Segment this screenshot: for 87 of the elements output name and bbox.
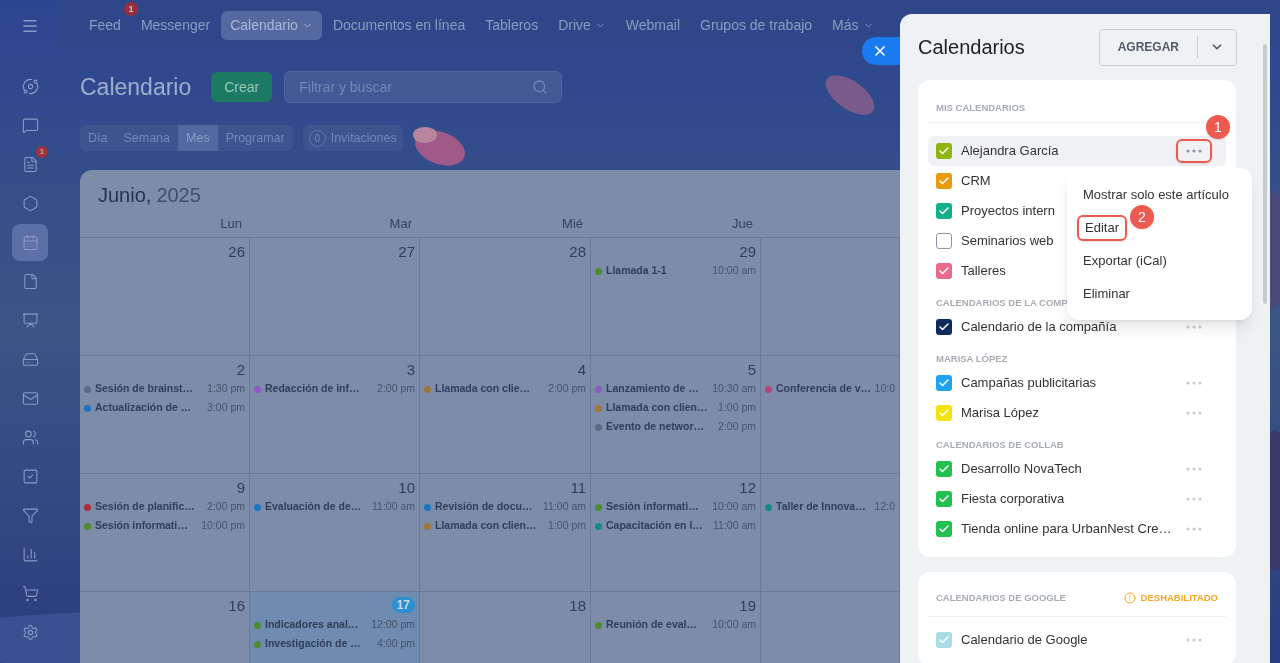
- event-title: Redacción de inf…: [265, 381, 360, 397]
- calendar-name: Calendario de Google: [961, 630, 1088, 649]
- event-title: Sesión de planific…: [95, 499, 195, 515]
- calendar-name: Fiesta corporativa: [961, 489, 1065, 508]
- invitations-label: Invitaciones: [330, 129, 397, 147]
- group-title: CALENDARIOS DE LA COMP: [936, 298, 1068, 308]
- calendar-name: Proyectos intern: [961, 201, 1055, 220]
- event-title: Llamada con clien…: [606, 400, 708, 416]
- event-time: 1:00 pm: [547, 518, 586, 534]
- day-number: 5: [747, 361, 756, 380]
- event-time: 2:00 pm: [717, 419, 756, 435]
- callout-number: 2: [1130, 205, 1154, 229]
- event-time: 11:00 am: [371, 499, 415, 515]
- calendar-name: Tienda online para UrbanNest Cre…: [961, 519, 1172, 538]
- day-number: 16: [228, 597, 245, 616]
- group-title: CALENDARIOS DE GOOGLE: [936, 592, 1066, 603]
- event-time: 2:00 pm: [547, 381, 586, 397]
- calendar-name: Desarrollo NovaTech: [961, 459, 1082, 478]
- calendar-name: Talleres: [961, 261, 1006, 280]
- group-title: CALENDARIOS DE COLLAB: [936, 440, 1064, 450]
- event-time: 4:00 pm: [376, 636, 415, 652]
- calendar-name: Alejandra García: [961, 141, 1059, 160]
- day-number: 4: [577, 361, 586, 380]
- weekday-label: Lun: [220, 214, 242, 233]
- weekday-label: Mar: [389, 214, 412, 233]
- event-title: Indicadores anal…: [265, 617, 359, 633]
- weekday-label: Jue: [732, 214, 753, 233]
- calendar-name: Seminarios web: [961, 231, 1054, 250]
- callout-number: 1: [1206, 114, 1230, 139]
- event-title: Capacitación en l…: [606, 518, 703, 534]
- year-label: 2025: [156, 183, 201, 208]
- event-title: Llamada 1-1: [606, 263, 667, 279]
- event-time: 10:30 am: [711, 381, 756, 397]
- day-number: 19: [739, 597, 756, 616]
- event-title: Evaluación de de…: [265, 499, 362, 515]
- day-number: 11: [570, 479, 586, 498]
- event-time: 10:0: [873, 381, 895, 397]
- status-label: DESHABILITADO: [1140, 592, 1218, 603]
- event-time: 10:00 am: [711, 499, 756, 515]
- month-label: Junio,: [98, 183, 152, 208]
- event-title: Llamada con clien…: [435, 518, 537, 534]
- day-number: 12: [739, 479, 756, 498]
- event-time: 3:00 pm: [206, 400, 245, 416]
- calendar-name: Calendario de la compañía: [961, 317, 1117, 336]
- event-time: 12:0: [873, 499, 895, 515]
- event-title: Taller de Innova…: [776, 499, 866, 515]
- calendar-name: Campañas publicitarias: [961, 373, 1097, 392]
- event-time: 2:00 pm: [376, 381, 415, 397]
- group-title: MIS CALENDARIOS: [936, 103, 1026, 113]
- event-time: 11:00 am: [542, 499, 586, 515]
- weekday-label: Mié: [562, 214, 583, 233]
- event-title: Actualización de …: [95, 400, 192, 416]
- event-title: Revisión de docu…: [435, 499, 533, 515]
- day-number: 28: [569, 243, 586, 262]
- calendar-name: Marisa López: [961, 403, 1040, 422]
- event-title: Conferencia de v…: [776, 381, 872, 397]
- day-number: 26: [228, 243, 245, 262]
- event-title: Lanzamiento de …: [606, 381, 699, 397]
- day-number: 2: [236, 361, 245, 380]
- event-title: Evento de networ…: [606, 419, 704, 435]
- day-number: 27: [398, 243, 415, 262]
- day-number: 9: [236, 479, 245, 498]
- day-number: 18: [569, 597, 586, 616]
- add-button-label: AGREGAR: [1116, 39, 1180, 56]
- day-number: 10: [398, 479, 415, 498]
- event-time: 10:00 pm: [200, 518, 245, 534]
- day-number: 3: [406, 361, 415, 380]
- day-number: 29: [739, 243, 756, 262]
- event-time: 1:30 pm: [206, 381, 245, 397]
- event-time: 10:00 am: [711, 263, 756, 279]
- event-title: Sesión informati…: [95, 518, 188, 534]
- event-time: 12:00 pm: [370, 617, 415, 633]
- event-time: 2:00 pm: [206, 499, 245, 515]
- page-title: Calendario: [80, 72, 192, 102]
- panel-title: Calendarios: [918, 35, 1025, 60]
- event-title: Investigación de …: [265, 636, 361, 652]
- event-time: 10:00 am: [711, 617, 756, 633]
- calendar-name: CRM: [961, 171, 991, 190]
- event-time: 1:00 pm: [717, 400, 756, 416]
- event-title: Sesión informati…: [606, 499, 699, 515]
- event-title: Llamada con clie…: [435, 381, 531, 397]
- event-title: Sesión de brainst…: [95, 381, 194, 397]
- today-date-badge: 17: [391, 597, 415, 613]
- event-title: Reunión de eval…: [606, 617, 698, 633]
- notification-badge: 1: [123, 2, 138, 16]
- group-title: MARISA LÓPEZ: [936, 354, 1008, 364]
- event-time: 11:00 am: [712, 518, 756, 534]
